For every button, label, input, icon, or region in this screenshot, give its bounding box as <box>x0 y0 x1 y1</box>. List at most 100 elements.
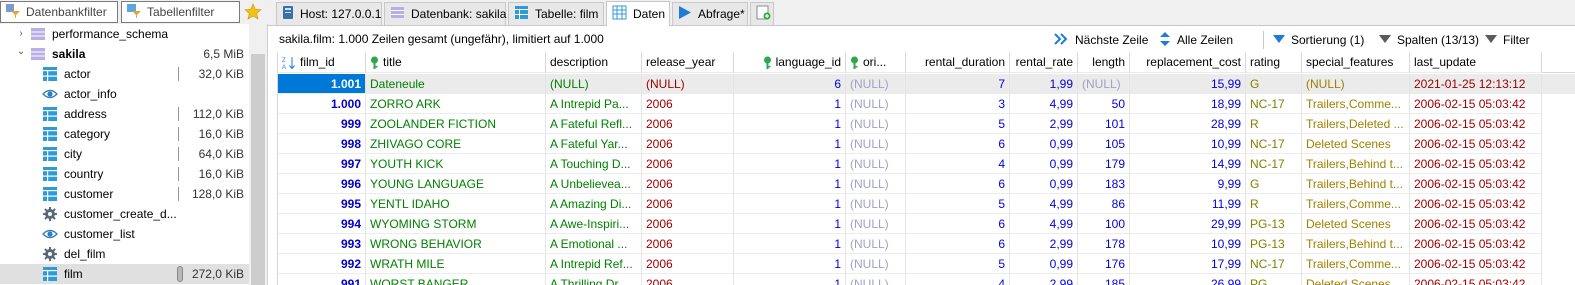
cell-title[interactable]: ZOOLANDER FICTION <box>366 114 546 134</box>
cell-ori-[interactable]: (NULL) <box>846 234 906 254</box>
cell-replacement-cost[interactable]: 26,99 <box>1130 274 1246 285</box>
cell-ori-[interactable]: (NULL) <box>846 94 906 114</box>
tree-item-actor[interactable]: actor 32,0 KiB <box>0 64 250 84</box>
cell-ori-[interactable]: (NULL) <box>846 274 906 285</box>
cell-last-update[interactable]: 2006-02-15 05:03:42 <box>1410 234 1542 254</box>
cell-rating[interactable]: NC-17 <box>1246 254 1302 274</box>
cell-length[interactable]: 183 <box>1078 174 1130 194</box>
cell-length[interactable]: 101 <box>1078 114 1130 134</box>
tab-new-query[interactable] <box>750 2 774 25</box>
column-header-last-update[interactable]: last_update <box>1410 52 1542 73</box>
cell-length[interactable]: 105 <box>1078 134 1130 154</box>
tree-item-customer[interactable]: customer 128,0 KiB <box>0 184 250 204</box>
cell-rating[interactable]: PG <box>1246 274 1302 285</box>
tree-item-customer-create-d-[interactable]: customer_create_d... <box>0 204 250 224</box>
cell-length[interactable]: 179 <box>1078 154 1130 174</box>
cell-language-id[interactable]: 1 <box>734 94 846 114</box>
cell-film-id[interactable]: 994 <box>278 214 366 234</box>
cell-title[interactable]: YOUTH KICK <box>366 154 546 174</box>
cell-description[interactable]: A Thrilling Dr... <box>546 274 642 285</box>
cell-replacement-cost[interactable]: 10,99 <box>1130 134 1246 154</box>
cell-description[interactable]: A Unbelievea... <box>546 174 642 194</box>
cell-length[interactable]: 50 <box>1078 94 1130 114</box>
cell-rating[interactable]: PG-13 <box>1246 234 1302 254</box>
filter-button[interactable]: Filter <box>1485 31 1530 49</box>
cell-special-features[interactable]: Trailers,Behind t... <box>1302 234 1410 254</box>
cell-film-id[interactable]: 998 <box>278 134 366 154</box>
cell-film-id[interactable]: 991 <box>278 274 366 285</box>
table-row[interactable]: 1.000 ZORRO ARK A Intrepid Pa... 2006 1 (NULL… <box>278 94 1575 114</box>
cell-description[interactable]: A Touching D... <box>546 154 642 174</box>
cell-last-update[interactable]: 2006-02-15 05:03:42 <box>1410 194 1542 214</box>
cell-ori-[interactable]: (NULL) <box>846 254 906 274</box>
column-header-ori-[interactable]: ori... <box>846 52 906 73</box>
cell-release-year[interactable]: (NULL) <box>642 74 734 94</box>
tab-database[interactable]: Datenbank: sakila <box>384 2 506 25</box>
cell-release-year[interactable]: 2006 <box>642 154 734 174</box>
cell-film-id[interactable]: 999 <box>278 114 366 134</box>
cell-rental-rate[interactable]: 0,99 <box>1010 174 1078 194</box>
collapse-chevron-icon[interactable]: ⌄ <box>16 47 26 57</box>
cell-rental-duration[interactable]: 6 <box>906 234 1010 254</box>
cell-film-id[interactable]: 996 <box>278 174 366 194</box>
cell-rental-duration[interactable]: 6 <box>906 174 1010 194</box>
table-row[interactable]: 1.001 Dateneule (NULL) (NULL) 6 (NULL) 7 1,99 (N… <box>278 74 1575 94</box>
cell-replacement-cost[interactable]: 11,99 <box>1130 194 1246 214</box>
cell-special-features[interactable]: Deleted Scenes <box>1302 274 1410 285</box>
cell-last-update[interactable]: 2006-02-15 05:03:42 <box>1410 274 1542 285</box>
table-row[interactable]: 995 YENTL IDAHO A Amazing Di... 2006 1 (NULL)… <box>278 194 1575 214</box>
cell-language-id[interactable]: 1 <box>734 254 846 274</box>
cell-rental-rate[interactable]: 2,99 <box>1010 234 1078 254</box>
column-header-special-features[interactable]: special_features <box>1302 52 1410 73</box>
cell-ori-[interactable]: (NULL) <box>846 154 906 174</box>
cell-replacement-cost[interactable]: 28,99 <box>1130 114 1246 134</box>
table-row[interactable]: 991 WORST BANGER A Thrilling Dr... 2006 1 (NU… <box>278 274 1575 285</box>
cell-length[interactable]: 178 <box>1078 234 1130 254</box>
cell-title[interactable]: YOUNG LANGUAGE <box>366 174 546 194</box>
cell-special-features[interactable]: Deleted Scenes <box>1302 134 1410 154</box>
cell-replacement-cost[interactable]: 10,99 <box>1130 234 1246 254</box>
tree-item-performance-schema[interactable]: › performance_schema <box>0 24 250 44</box>
table-row[interactable]: 998 ZHIVAGO CORE A Fateful Yar... 2006 1 (NUL… <box>278 134 1575 154</box>
table-row[interactable]: 994 WYOMING STORM A Awe-Inspiri... 2006 1 (NU… <box>278 214 1575 234</box>
cell-film-id[interactable]: 997 <box>278 154 366 174</box>
tree-item-film[interactable]: film 272,0 KiB <box>0 264 250 284</box>
table-row[interactable]: 997 YOUTH KICK A Touching D... 2006 1 (NULL) 4… <box>278 154 1575 174</box>
cell-title[interactable]: ZHIVAGO CORE <box>366 134 546 154</box>
cell-release-year[interactable]: 2006 <box>642 274 734 285</box>
cell-replacement-cost[interactable]: 18,99 <box>1130 94 1246 114</box>
cell-rental-duration[interactable]: 6 <box>906 134 1010 154</box>
tree-item-category[interactable]: category 16,0 KiB <box>0 124 250 144</box>
cell-rental-duration[interactable]: 3 <box>906 94 1010 114</box>
cell-special-features[interactable]: Trailers,Behind t... <box>1302 154 1410 174</box>
tree-item-customer-list[interactable]: customer_list <box>0 224 250 244</box>
cell-description[interactable]: A Amazing Di... <box>546 194 642 214</box>
cell-special-features[interactable]: Trailers,Comme... <box>1302 94 1410 114</box>
cell-length[interactable]: 176 <box>1078 254 1130 274</box>
cell-language-id[interactable]: 1 <box>734 134 846 154</box>
cell-film-id[interactable]: 992 <box>278 254 366 274</box>
favorite-star-icon[interactable] <box>243 2 263 22</box>
cell-rental-rate[interactable]: 4,99 <box>1010 94 1078 114</box>
cell-description[interactable]: A Fateful Yar... <box>546 134 642 154</box>
cell-rental-duration[interactable]: 4 <box>906 154 1010 174</box>
cell-replacement-cost[interactable]: 9,99 <box>1130 174 1246 194</box>
column-header-film-id[interactable]: Z Afilm_id <box>278 52 366 73</box>
cell-description[interactable]: A Awe-Inspiri... <box>546 214 642 234</box>
cell-last-update[interactable]: 2006-02-15 05:03:42 <box>1410 134 1542 154</box>
cell-replacement-cost[interactable]: 29,99 <box>1130 214 1246 234</box>
cell-rental-rate[interactable]: 0,99 <box>1010 134 1078 154</box>
sort-button[interactable]: Sortierung (1) <box>1273 31 1364 49</box>
cell-ori-[interactable]: (NULL) <box>846 214 906 234</box>
tree-item-country[interactable]: country 16,0 KiB <box>0 164 250 184</box>
next-rows-button[interactable]: Nächste Zeile <box>1053 31 1148 49</box>
cell-rental-rate[interactable]: 4,99 <box>1010 214 1078 234</box>
tree-scrollbar-thumb[interactable] <box>251 54 265 285</box>
cell-rental-rate[interactable]: 0,99 <box>1010 154 1078 174</box>
tab-query[interactable]: Abfrage* <box>672 2 748 25</box>
tree-item-actor-info[interactable]: actor_info <box>0 84 250 104</box>
cell-length[interactable]: 86 <box>1078 194 1130 214</box>
cell-title[interactable]: Dateneule <box>366 74 546 94</box>
cell-language-id[interactable]: 1 <box>734 194 846 214</box>
table-filter-input[interactable]: Tabellenfilter <box>121 1 240 23</box>
